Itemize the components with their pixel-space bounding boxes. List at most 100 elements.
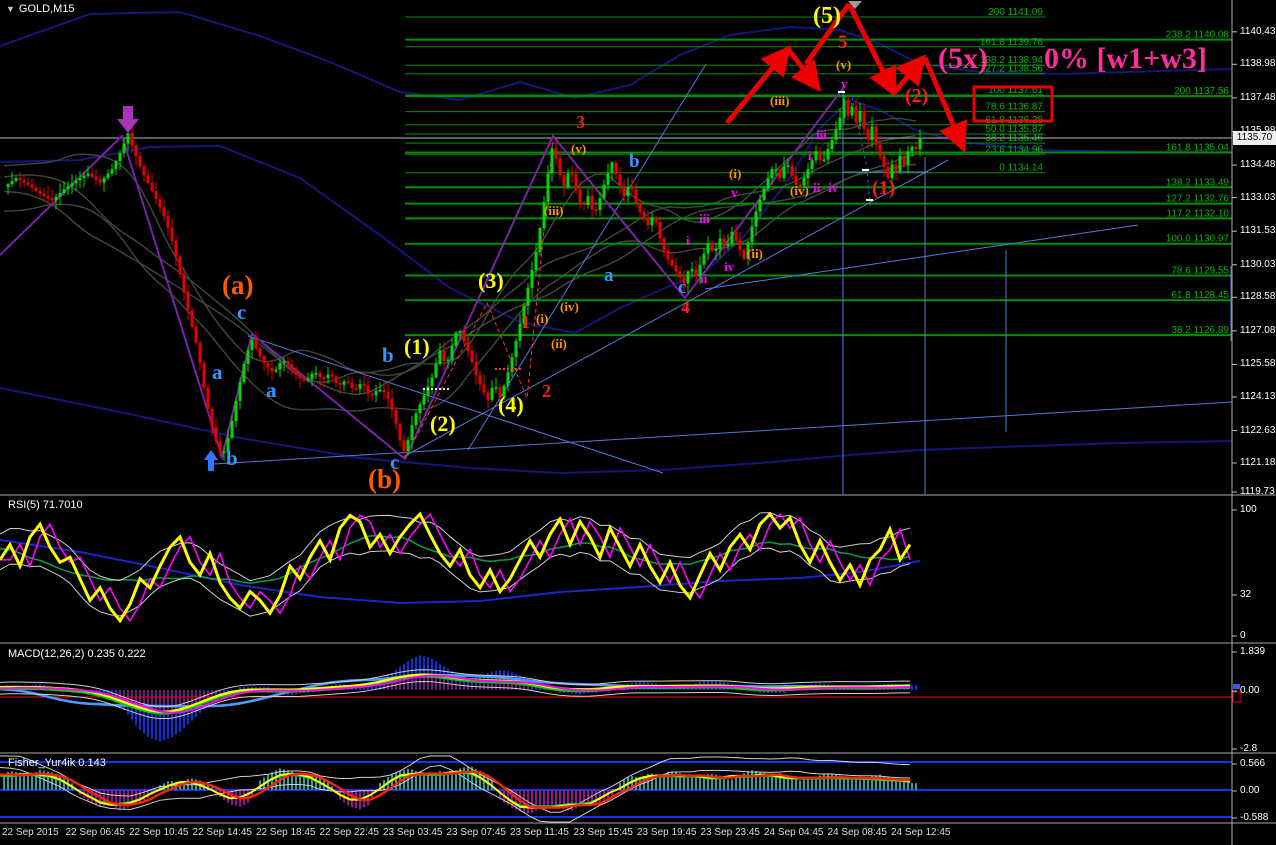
wave-label: b <box>226 446 238 470</box>
candle-body <box>846 99 850 116</box>
dot-marker <box>430 387 434 391</box>
fisher-label: Fisher_Yur4ik 0.143 <box>8 757 106 769</box>
candle-body <box>418 404 422 414</box>
candle-body <box>610 162 614 173</box>
trendline[interactable] <box>247 335 664 474</box>
fisher-bar <box>795 778 797 790</box>
fisher-bar <box>803 779 805 790</box>
buy-arrow-icon <box>204 450 218 471</box>
macd-histogram-inner <box>163 690 165 713</box>
candle-body <box>718 238 722 250</box>
candle-body <box>446 359 450 362</box>
candle-body <box>442 350 446 362</box>
macd-histogram-inner <box>455 682 457 690</box>
candle-body <box>242 364 246 382</box>
fisher-bar <box>423 774 425 790</box>
fib-label: 100.0 1130.97 <box>1166 234 1230 245</box>
candle-body <box>642 211 646 220</box>
fisher-bar <box>119 790 121 811</box>
trendline[interactable] <box>213 401 1233 465</box>
candle-body <box>618 174 622 186</box>
candle-body <box>378 389 382 392</box>
dot-marker <box>510 367 514 371</box>
candle-body <box>234 401 238 422</box>
candle-body <box>694 269 698 277</box>
candle-body <box>734 231 738 241</box>
candle-body <box>754 211 758 227</box>
candle-body <box>406 440 410 451</box>
candle-body <box>358 384 362 389</box>
fib-label: 78.6 1129.55 <box>1171 266 1229 277</box>
wave-label: b <box>382 343 394 367</box>
candle-body <box>482 384 486 393</box>
time-axis-label: 23 Sep 11:45 <box>510 827 569 838</box>
candle-body <box>586 196 590 205</box>
time-axis-label: 23 Sep 15:45 <box>573 827 634 838</box>
candle-body <box>554 148 558 159</box>
dot-marker <box>498 367 502 371</box>
fisher-bar <box>367 790 369 806</box>
candle-body <box>114 161 118 170</box>
dot-marker <box>434 387 438 391</box>
fisher-bar <box>799 780 801 790</box>
time-axis-label: 23 Sep 07:45 <box>446 827 507 838</box>
candle-body <box>258 348 262 357</box>
macd-histogram-inner <box>475 684 477 690</box>
candle-body <box>70 183 74 187</box>
fisher-bar <box>547 790 549 806</box>
candle-body <box>402 440 406 451</box>
candle-body <box>430 377 434 387</box>
candle-body <box>538 228 542 252</box>
time-axis-label: 22 Sep 10:45 <box>129 827 189 838</box>
wave-label: (ii) <box>551 336 567 351</box>
candle-body <box>706 243 710 254</box>
candle-body <box>878 144 882 156</box>
annotation-w1w3: 0% [w1+w3] <box>1044 42 1207 75</box>
candle-body <box>22 180 26 183</box>
axis-tick-label: 1128.58 <box>1240 291 1276 303</box>
candle-body <box>290 364 294 370</box>
ma-band-line <box>0 387 1233 475</box>
fib-label: 127.2 1132.76 <box>1166 194 1230 205</box>
candle-body <box>890 164 894 178</box>
candle-body <box>298 374 302 379</box>
wave-label: 3 <box>576 112 585 132</box>
wave-label: c <box>678 277 687 298</box>
wave-label: (iv) <box>560 299 579 314</box>
fisher-bar <box>807 778 809 790</box>
fib-label: 138.2 1133.49 <box>1166 177 1230 188</box>
axis-tick-label: 1133.03 <box>1240 191 1276 203</box>
macd-histogram-inner <box>471 684 473 690</box>
candle-body <box>590 196 594 210</box>
candle-body <box>346 381 350 383</box>
candle-body <box>782 166 786 178</box>
candle-body <box>714 249 718 251</box>
candle-body <box>742 249 746 259</box>
candle-body <box>574 174 578 190</box>
fisher-bar <box>31 774 33 790</box>
macd-histogram-inner <box>435 677 437 690</box>
candle-body <box>770 169 774 179</box>
macd-histogram-inner <box>443 679 445 690</box>
axis-tick-label: -2.8 <box>1240 743 1258 754</box>
candle-body <box>34 187 38 191</box>
candle-body <box>362 384 366 386</box>
fisher-bar <box>911 783 913 790</box>
dot-marker <box>426 387 430 391</box>
candle-body <box>474 361 478 376</box>
wave-label: (2) <box>430 411 456 436</box>
fisher-bar <box>531 790 533 813</box>
main-chart[interactable]: 238.2 1140.08200 1137.56161.8 1135.04138… <box>0 0 1276 845</box>
fib-label: 61.8 1128.45 <box>1171 290 1229 301</box>
axis-tick-label: 1122.63 <box>1240 424 1276 436</box>
wave-label: b <box>629 151 640 172</box>
wave-label: a <box>266 378 277 402</box>
candle-body <box>54 196 58 201</box>
chart-dropdown-icon[interactable]: ▼ <box>6 4 15 14</box>
candle-body <box>10 181 14 185</box>
axis-tick-label: 1131.53 <box>1240 225 1276 237</box>
candle-body <box>170 227 174 241</box>
fisher-bar <box>691 776 693 790</box>
candle-body <box>42 193 46 196</box>
candle-body <box>454 332 458 346</box>
